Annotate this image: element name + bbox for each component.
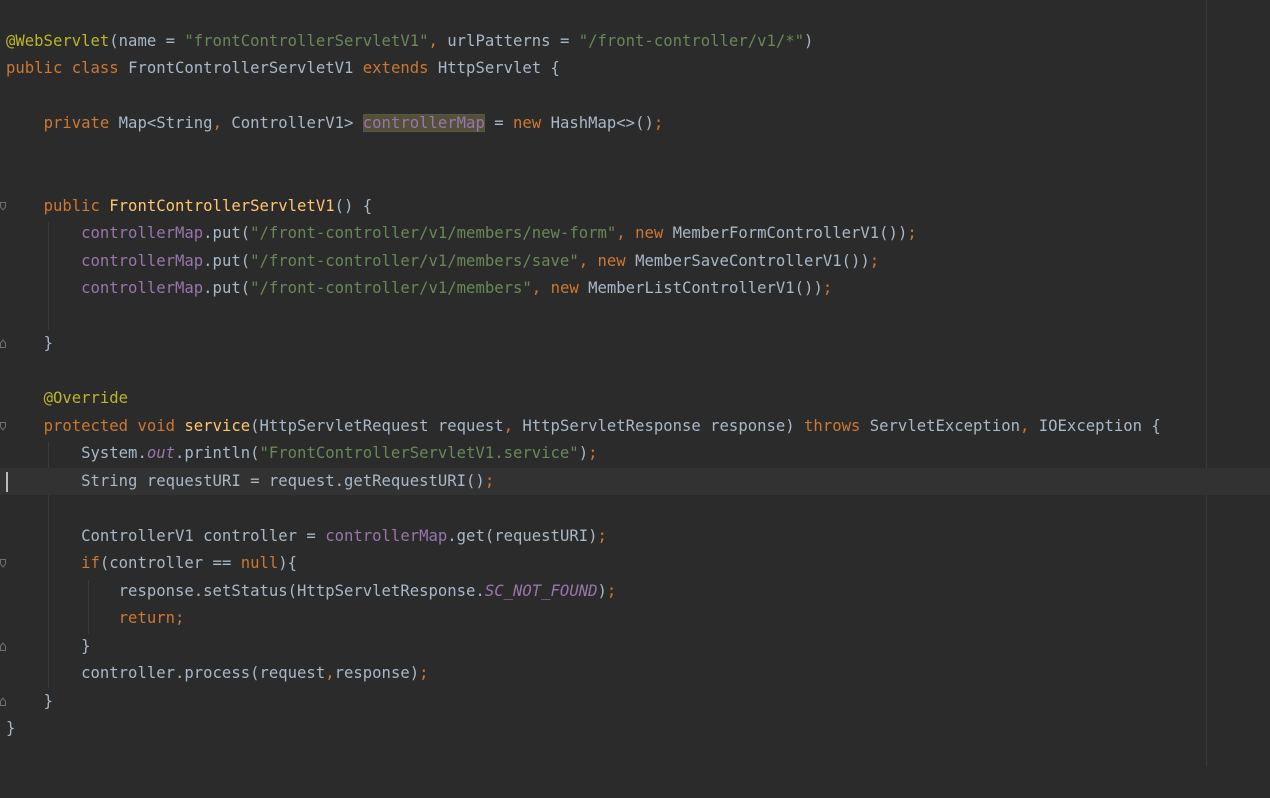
highlighted-field-controllermap[interactable]: controllerMap [362,114,485,132]
code-line-21[interactable]: response.setStatus(HttpServletResponse.S… [0,578,1270,606]
code-line-8[interactable]: controllerMap.put("/front-controller/v1/… [0,220,1270,248]
field-reference: controllerMap [81,279,204,297]
string-literal: "/front-controller/v1/members" [250,279,532,297]
annotation-token: @WebServlet [6,31,110,50]
static-field: out [146,444,175,462]
string-literal: "/front-controller/v1/members/new-form" [250,224,617,242]
code-line-24[interactable]: controller.process(request,response); [0,660,1270,688]
code-line-22[interactable]: return; [0,605,1270,633]
code-line-20[interactable]: if(controller == null){ [0,550,1270,578]
code-line-19[interactable]: ControllerV1 controller = controllerMap.… [0,523,1270,551]
code-line-26[interactable]: } [0,715,1270,743]
code-line-2[interactable]: public class FrontControllerServletV1 ex… [0,55,1270,83]
field-reference: controllerMap [325,526,448,545]
code-line-9[interactable]: controllerMap.put("/front-controller/v1/… [0,248,1270,276]
method-name: service [184,416,251,435]
code-editor[interactable]: @WebServlet(name = "frontControllerServl… [0,0,1270,766]
string-literal: "/front-controller/v1/members/save" [250,251,579,270]
field-reference: controllerMap [81,224,204,242]
code-line-25[interactable]: } [0,688,1270,716]
code-line-10[interactable]: controllerMap.put("/front-controller/v1/… [0,275,1270,303]
string-literal: "/front-controller/v1/*" [578,31,805,50]
code-line-16[interactable]: System.out.println("FrontControllerServl… [0,440,1270,468]
code-line-15[interactable]: protected void service(HttpServletReques… [0,413,1270,441]
string-literal: "frontControllerServletV1" [184,31,429,50]
class-name: FrontControllerServletV1 [128,59,363,77]
string-literal: "FrontControllerServletV1.service" [259,444,579,462]
code-line-1[interactable]: @WebServlet(name = "frontControllerServl… [0,28,1270,56]
field-reference: controllerMap [81,251,204,270]
code-line-14[interactable]: @Override [0,385,1270,413]
code-line-7[interactable]: public FrontControllerServletV1() { [0,193,1270,221]
code-line-12[interactable]: } [0,330,1270,358]
code-line-23[interactable]: } [0,633,1270,661]
static-constant: SC_NOT_FOUND [484,581,598,600]
constructor-name: FrontControllerServletV1 [109,196,335,215]
code-line-17-current[interactable]: String requestURI = request.getRequestUR… [0,467,1270,495]
code-line-4[interactable]: private Map<String, ControllerV1> contro… [0,110,1270,138]
annotation-token: @Override [43,389,129,407]
